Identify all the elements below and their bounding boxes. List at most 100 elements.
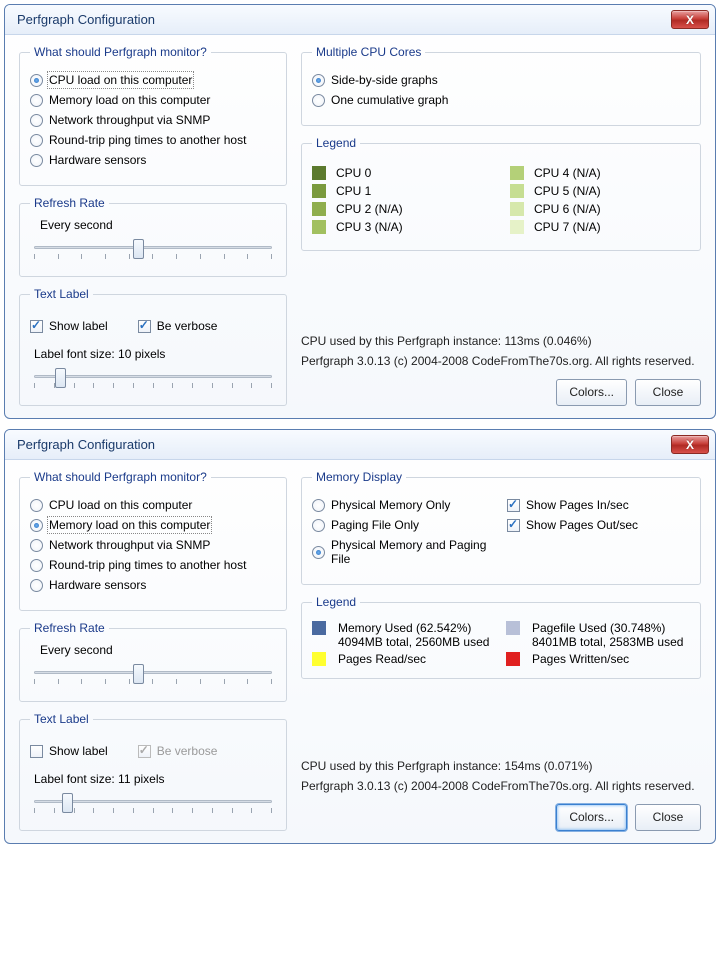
radio-pageonly[interactable] <box>312 519 325 532</box>
legend-item: CPU 2 (N/A) <box>312 202 492 216</box>
cpu-legend-group: Legend CPU 0CPU 1CPU 2 (N/A)CPU 3 (N/A) … <box>301 136 701 251</box>
fontsize-label: Label font size: 11 pixels <box>34 772 276 786</box>
legend-item: CPU 3 (N/A) <box>312 220 492 234</box>
fontsize-label: Label font size: 10 pixels <box>34 347 276 361</box>
radio-cpu[interactable] <box>30 499 43 512</box>
titlebar: Perfgraph Configuration X <box>5 5 715 35</box>
fontsize-slider[interactable] <box>30 792 276 818</box>
swatch-cpu <box>510 184 524 198</box>
radio-physpage-label: Physical Memory and Paging File <box>331 538 495 566</box>
config-window-memory: Perfgraph Configuration X What should Pe… <box>4 429 716 844</box>
radio-mem-label: Memory load on this computer <box>49 518 210 532</box>
legend-item: CPU 6 (N/A) <box>510 202 690 216</box>
swatch-cpu <box>312 202 326 216</box>
status-cpu: CPU used by this Perfgraph instance: 113… <box>301 332 701 351</box>
refresh-legend: Refresh Rate <box>30 621 109 635</box>
radio-cumul-label: One cumulative graph <box>331 93 448 107</box>
check-pagesout-label: Show Pages Out/sec <box>526 518 638 532</box>
status-cpu: CPU used by this Perfgraph instance: 154… <box>301 757 701 776</box>
check-verbose[interactable] <box>138 320 151 333</box>
mem-legend-title: Legend <box>312 595 360 609</box>
close-button[interactable]: Close <box>635 379 701 406</box>
refresh-slider[interactable] <box>30 663 276 689</box>
cpucores-legend: Multiple CPU Cores <box>312 45 425 59</box>
close-icon[interactable]: X <box>671 10 709 29</box>
radio-physonly[interactable] <box>312 499 325 512</box>
check-verbose-label: Be verbose <box>157 744 218 758</box>
radio-side-label: Side-by-side graphs <box>331 73 438 87</box>
check-showlabel-label: Show label <box>49 744 108 758</box>
monitor-legend: What should Perfgraph monitor? <box>30 470 211 484</box>
legend-label: CPU 5 (N/A) <box>534 184 601 198</box>
refresh-value: Every second <box>40 218 276 232</box>
legend-label: CPU 0 <box>336 166 371 180</box>
check-showlabel[interactable] <box>30 745 43 758</box>
check-pagesin[interactable] <box>507 499 520 512</box>
cpu-legend-title: Legend <box>312 136 360 150</box>
legend-label: CPU 2 (N/A) <box>336 202 403 216</box>
check-verbose <box>138 745 151 758</box>
legend-item: CPU 5 (N/A) <box>510 184 690 198</box>
refresh-slider[interactable] <box>30 238 276 264</box>
radio-ping[interactable] <box>30 559 43 572</box>
radio-physonly-label: Physical Memory Only <box>331 498 450 512</box>
swatch-cpu <box>510 220 524 234</box>
fontsize-slider[interactable] <box>30 367 276 393</box>
swatch-cpu <box>510 166 524 180</box>
colors-button[interactable]: Colors... <box>556 379 627 406</box>
colors-button[interactable]: Colors... <box>556 804 627 831</box>
swatch-cpu <box>510 202 524 216</box>
refresh-group: Refresh Rate Every second <box>19 196 287 277</box>
window-title: Perfgraph Configuration <box>17 12 155 27</box>
refresh-legend: Refresh Rate <box>30 196 109 210</box>
legend-item: CPU 1 <box>312 184 492 198</box>
legend-label: CPU 1 <box>336 184 371 198</box>
radio-mem[interactable] <box>30 94 43 107</box>
status-version: Perfgraph 3.0.13 (c) 2004-2008 CodeFromT… <box>301 352 701 371</box>
legend-memused-sub: 4094MB total, 2560MB used <box>338 635 496 649</box>
radio-net[interactable] <box>30 539 43 552</box>
swatch-cpu <box>312 184 326 198</box>
refresh-value: Every second <box>40 643 276 657</box>
status-version: Perfgraph 3.0.13 (c) 2004-2008 CodeFromT… <box>301 777 701 796</box>
close-button[interactable]: Close <box>635 804 701 831</box>
radio-mem[interactable] <box>30 519 43 532</box>
radio-side[interactable] <box>312 74 325 87</box>
radio-hw[interactable] <box>30 154 43 167</box>
swatch-pagefile <box>506 621 520 635</box>
legend-pagefile-sub: 8401MB total, 2583MB used <box>532 635 690 649</box>
legend-label: CPU 7 (N/A) <box>534 220 601 234</box>
swatch-cpu <box>312 166 326 180</box>
radio-cumul[interactable] <box>312 94 325 107</box>
swatch-pagesread <box>312 652 326 666</box>
cpucores-group: Multiple CPU Cores Side-by-side graphs O… <box>301 45 701 126</box>
radio-net[interactable] <box>30 114 43 127</box>
radio-ping-label: Round-trip ping times to another host <box>49 558 246 572</box>
memdisplay-group: Memory Display Physical Memory Only Pagi… <box>301 470 701 585</box>
radio-cpu[interactable] <box>30 74 43 87</box>
radio-pageonly-label: Paging File Only <box>331 518 419 532</box>
check-verbose-label: Be verbose <box>157 319 218 333</box>
monitor-group: What should Perfgraph monitor? CPU load … <box>19 45 287 186</box>
refresh-group: Refresh Rate Every second <box>19 621 287 702</box>
legend-pagefile: Pagefile Used (30.748%) <box>532 621 690 635</box>
mem-legend-group: Legend Memory Used (62.542%) 4094MB tota… <box>301 595 701 679</box>
check-showlabel[interactable] <box>30 320 43 333</box>
radio-hw[interactable] <box>30 579 43 592</box>
swatch-pageswritten <box>506 652 520 666</box>
check-pagesout[interactable] <box>507 519 520 532</box>
radio-physpage[interactable] <box>312 546 325 559</box>
radio-hw-label: Hardware sensors <box>49 153 146 167</box>
radio-mem-label: Memory load on this computer <box>49 93 210 107</box>
radio-hw-label: Hardware sensors <box>49 578 146 592</box>
radio-net-label: Network throughput via SNMP <box>49 113 210 127</box>
legend-label: CPU 4 (N/A) <box>534 166 601 180</box>
radio-net-label: Network throughput via SNMP <box>49 538 210 552</box>
legend-pageswritten: Pages Written/sec <box>532 652 690 666</box>
legend-label: CPU 6 (N/A) <box>534 202 601 216</box>
close-icon[interactable]: X <box>671 435 709 454</box>
textlabel-group: Text Label Show label Be verbose Label f… <box>19 287 287 406</box>
radio-ping[interactable] <box>30 134 43 147</box>
config-window-cpu: Perfgraph Configuration X What should Pe… <box>4 4 716 419</box>
radio-cpu-label: CPU load on this computer <box>49 498 192 512</box>
